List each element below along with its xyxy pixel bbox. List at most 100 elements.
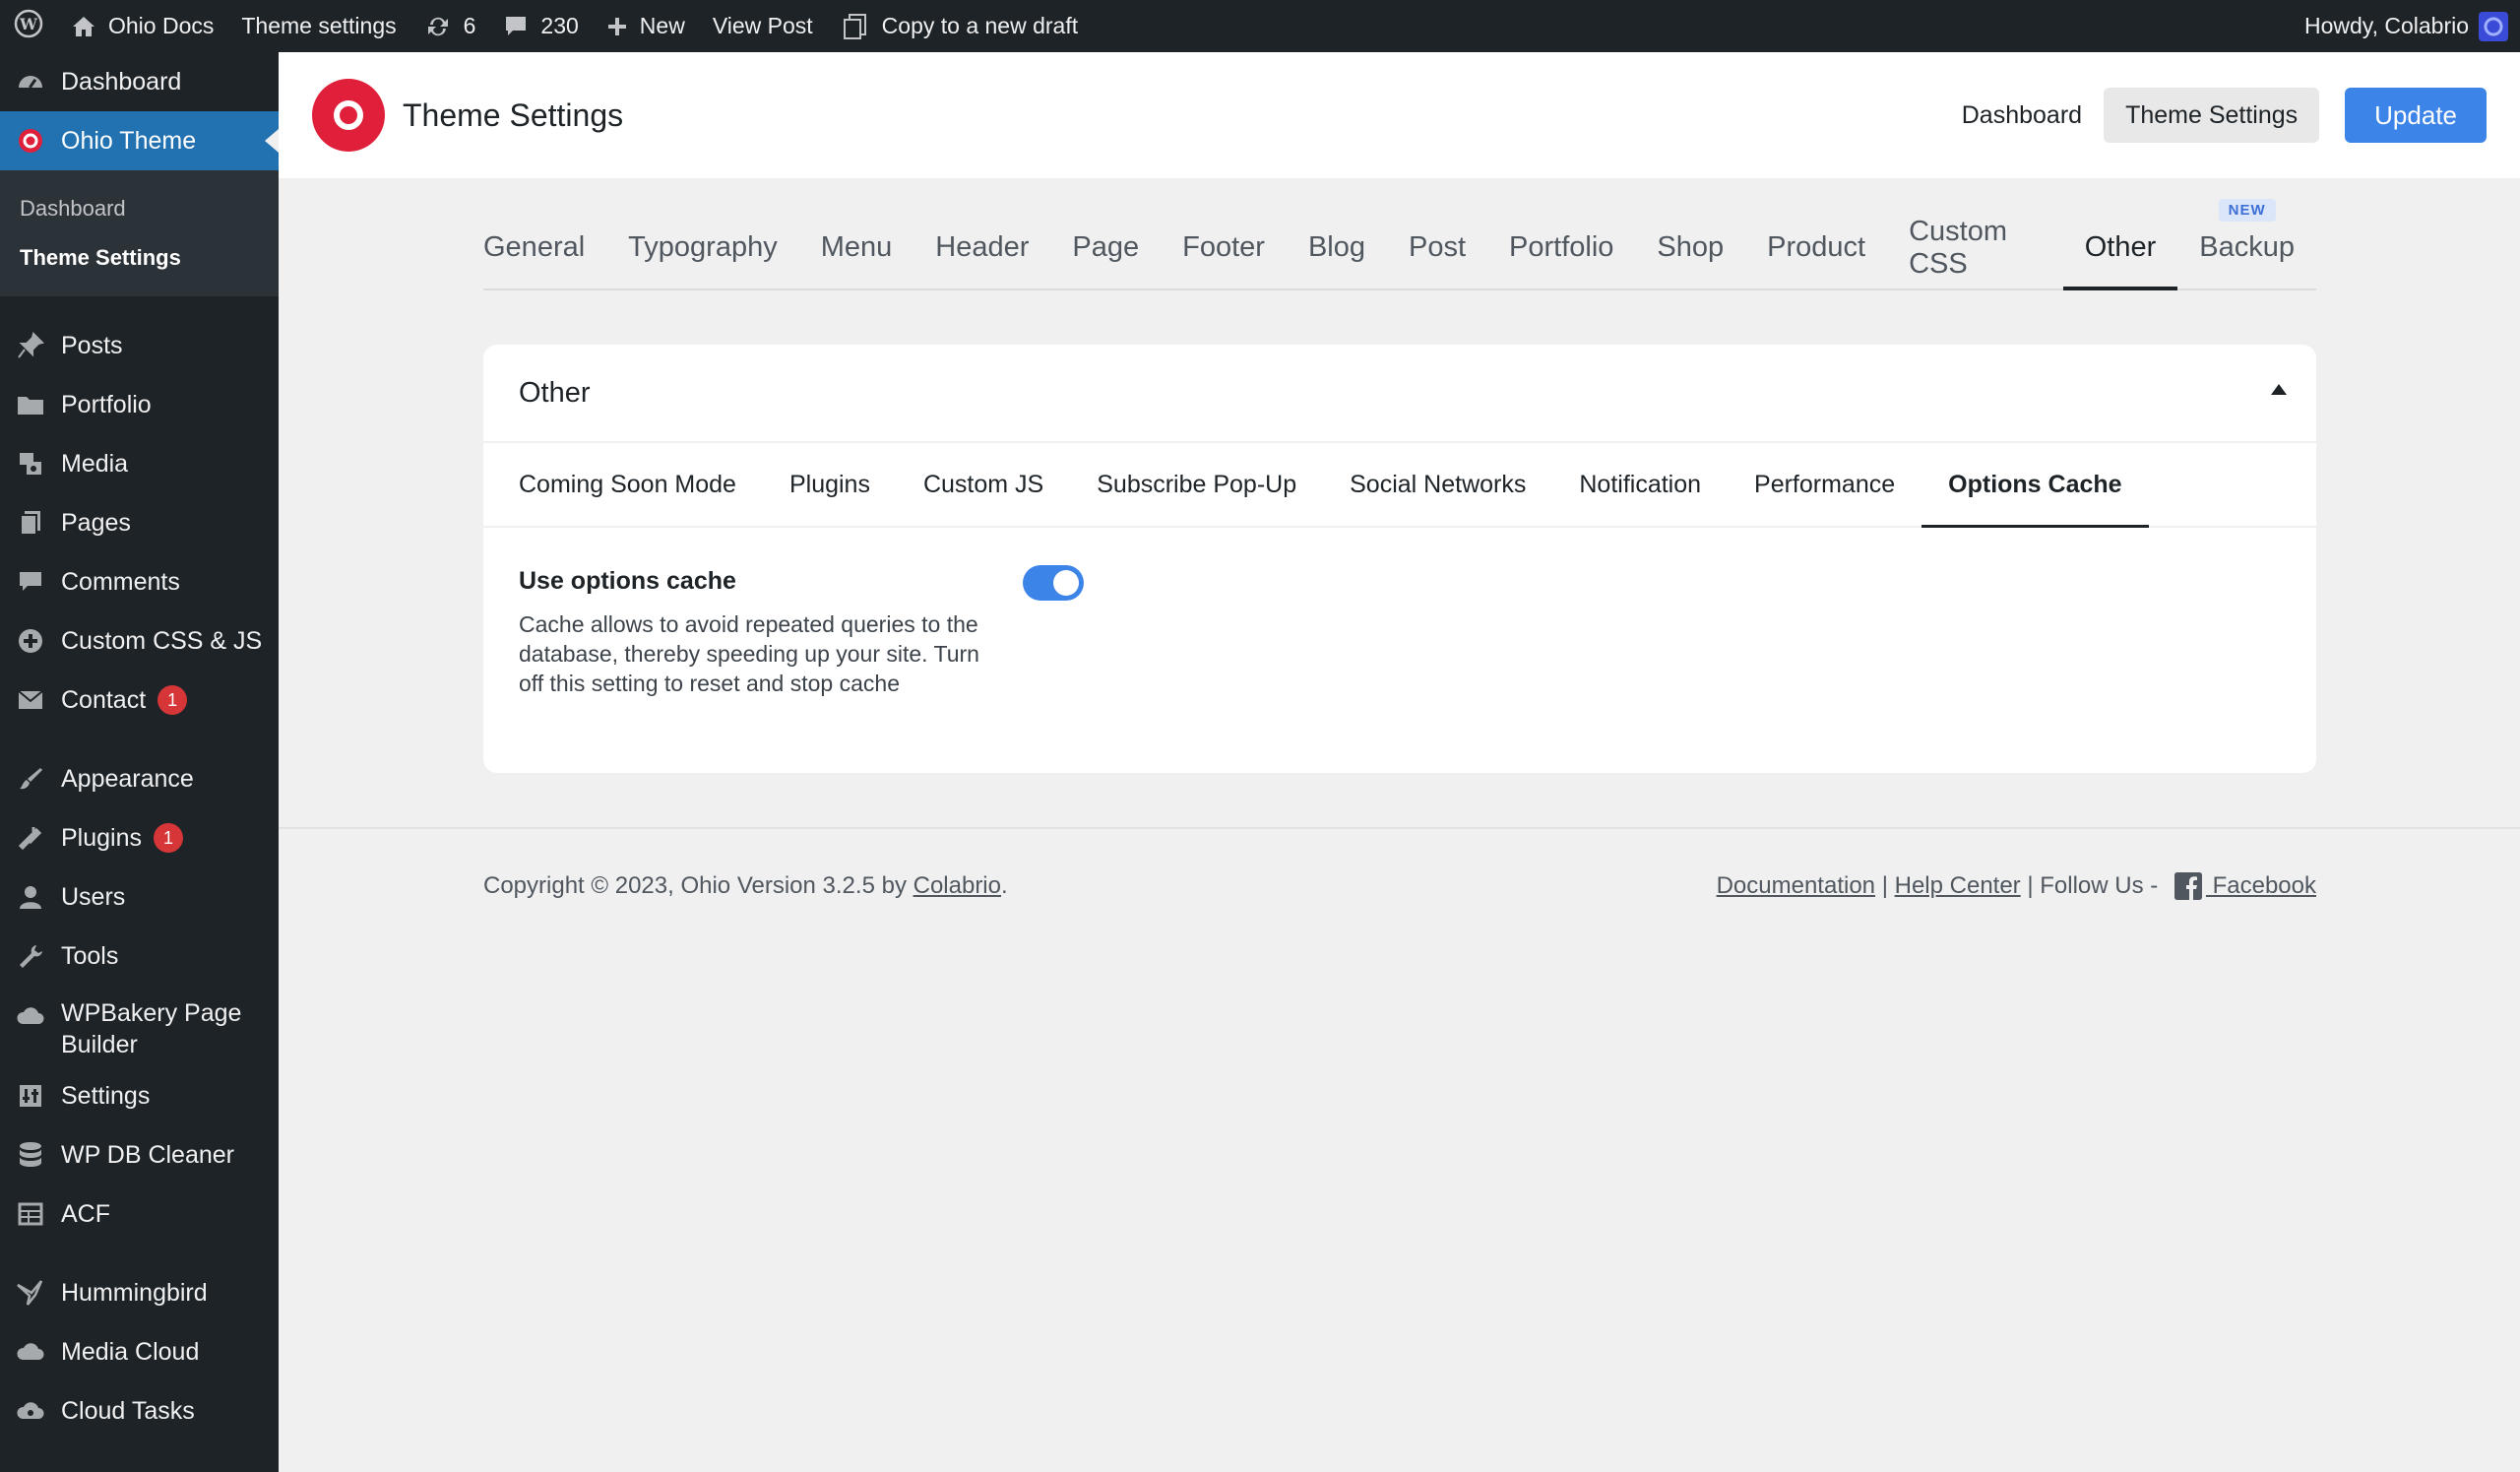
subtab-coming-soon-mode[interactable]: Coming Soon Mode (519, 443, 763, 526)
admin-sidebar: Dashboard Ohio Theme Dashboard Theme Set… (0, 52, 279, 1472)
table-icon (14, 1197, 47, 1231)
refresh-icon (424, 13, 452, 40)
tab-other[interactable]: Other (2062, 207, 2178, 290)
page-title: Theme Settings (403, 96, 624, 133)
tab-header[interactable]: Header (914, 207, 1050, 288)
sidebar-item-ohio-theme[interactable]: Ohio Theme (0, 111, 279, 170)
sidebar-item-comments[interactable]: Comments (0, 552, 279, 611)
copyright-text: Copyright © 2023, Ohio Version 3.2.5 by (483, 872, 914, 899)
sidebar-item-users[interactable]: Users (0, 867, 279, 927)
copy-draft-link[interactable]: Copy to a new draft (827, 0, 1092, 52)
sidebar-item-label: Media Cloud (61, 1337, 200, 1366)
database-icon (14, 1138, 47, 1172)
tab-blog[interactable]: Blog (1287, 207, 1387, 288)
settings-tabs: General Typography Menu Header Page Foot… (483, 199, 2316, 290)
subtab-options-cache[interactable]: Options Cache (1922, 443, 2150, 528)
sidebar-item-hummingbird[interactable]: Hummingbird (0, 1263, 279, 1322)
header-nav-theme-settings[interactable]: Theme Settings (2104, 88, 2320, 143)
subtab-notification[interactable]: Notification (1552, 443, 1728, 526)
copy-draft-label: Copy to a new draft (881, 13, 1079, 38)
tab-shop[interactable]: Shop (1635, 207, 1745, 288)
author-link[interactable]: Colabrio (914, 872, 1001, 899)
sidebar-item-label: Portfolio (61, 390, 152, 418)
subtab-plugins[interactable]: Plugins (763, 443, 897, 526)
sidebar-item-pages[interactable]: Pages (0, 493, 279, 552)
submenu-item-dashboard[interactable]: Dashboard (0, 184, 279, 233)
follow-text: | Follow Us - (2020, 872, 2165, 899)
subtab-subscribe-popup[interactable]: Subscribe Pop-Up (1070, 443, 1323, 526)
new-content-link[interactable]: New (593, 0, 699, 52)
submenu-item-theme-settings[interactable]: Theme Settings (0, 233, 279, 283)
tab-menu[interactable]: Menu (799, 207, 914, 288)
bird-icon (14, 1276, 47, 1310)
cloud-icon (14, 1335, 47, 1369)
sidebar-item-wp-db-cleaner[interactable]: WP DB Cleaner (0, 1125, 279, 1184)
sidebar-item-settings[interactable]: Settings (0, 1066, 279, 1125)
gear-cloud-icon (14, 1394, 47, 1428)
home-icon (71, 15, 96, 38)
sidebar-item-label: Pages (61, 508, 131, 537)
site-name-link[interactable]: Ohio Docs (57, 0, 227, 52)
sidebar-item-cloud-tasks[interactable]: Cloud Tasks (0, 1381, 279, 1440)
updates-link[interactable]: 6 (410, 0, 490, 52)
subtab-custom-js[interactable]: Custom JS (897, 443, 1070, 526)
tab-typography[interactable]: Typography (606, 207, 799, 288)
sidebar-item-appearance[interactable]: Appearance (0, 749, 279, 808)
sidebar-item-label: Custom CSS & JS (61, 626, 263, 655)
sidebar-item-media[interactable]: Media (0, 434, 279, 493)
tab-general[interactable]: General (483, 207, 606, 288)
ohio-logo (312, 79, 385, 152)
subtab-performance[interactable]: Performance (1728, 443, 1922, 526)
sidebar-item-label: Plugins (61, 823, 142, 852)
sidebar-item-portfolio[interactable]: Portfolio (0, 375, 279, 434)
comments-link[interactable]: 230 (489, 0, 592, 52)
tab-post[interactable]: Post (1387, 207, 1487, 288)
footer-links: Documentation | Help Center | Follow Us … (1717, 872, 2316, 900)
sidebar-item-dashboard[interactable]: Dashboard (0, 52, 279, 111)
pin-icon (14, 329, 47, 362)
header-nav-dashboard[interactable]: Dashboard (1940, 88, 2104, 143)
update-button[interactable]: Update (2345, 88, 2487, 143)
documentation-link[interactable]: Documentation (1717, 872, 1875, 900)
facebook-link[interactable]: Facebook (2206, 872, 2316, 900)
my-account[interactable]: Howdy, Colabrio (2303, 11, 2520, 41)
facebook-icon[interactable] (2174, 872, 2202, 900)
sidebar-item-label: Appearance (61, 764, 194, 793)
view-post-link[interactable]: View Post (699, 0, 827, 52)
caret-up-icon[interactable] (2271, 384, 2287, 395)
sidebar-item-tools[interactable]: Tools (0, 927, 279, 986)
tab-backup-label: Backup (2199, 231, 2295, 263)
sidebar-item-wpbakery[interactable]: WPBakery Page Builder (0, 986, 279, 1066)
tab-backup[interactable]: NEW Backup (2177, 199, 2316, 288)
view-post-label: View Post (712, 13, 813, 38)
theme-settings-link[interactable]: Theme settings (227, 0, 410, 52)
sidebar-item-acf[interactable]: ACF (0, 1184, 279, 1244)
settings-card: Other Coming Soon Mode Plugins Custom JS… (483, 345, 2316, 773)
comment-icon (14, 565, 47, 599)
sidebar-item-plugins[interactable]: Plugins 1 (0, 808, 279, 867)
sidebar-item-label: Dashboard (61, 67, 182, 96)
card-header[interactable]: Other (483, 345, 2316, 443)
options-cache-toggle[interactable] (1023, 565, 1084, 601)
tab-footer[interactable]: Footer (1161, 207, 1287, 288)
sidebar-item-custom-css-js[interactable]: Custom CSS & JS (0, 611, 279, 671)
tab-portfolio[interactable]: Portfolio (1487, 207, 1635, 288)
sidebar-item-posts[interactable]: Posts (0, 316, 279, 375)
tab-page[interactable]: Page (1050, 207, 1161, 288)
tab-custom-css[interactable]: Custom CSS (1887, 207, 2063, 288)
footer-separator: | (1875, 872, 1895, 899)
sidebar-item-label: Contact (61, 685, 147, 714)
new-label: New (639, 13, 685, 38)
menu-separator (0, 730, 279, 749)
tab-product[interactable]: Product (1745, 207, 1887, 288)
setting-label: Use options cache (519, 567, 736, 595)
sidebar-item-contact[interactable]: Contact 1 (0, 671, 279, 730)
setting-description: Cache allows to avoid repeated queries t… (519, 611, 979, 696)
sidebar-item-media-cloud[interactable]: Media Cloud (0, 1322, 279, 1381)
howdy-label: Howdy, Colabrio (2303, 13, 2469, 38)
wp-logo-button[interactable]: W (0, 0, 57, 52)
help-center-link[interactable]: Help Center (1895, 872, 2021, 900)
subtab-social-networks[interactable]: Social Networks (1323, 443, 1552, 526)
footer: Copyright © 2023, Ohio Version 3.2.5 by … (483, 872, 2316, 900)
toggle-knob (1053, 570, 1079, 596)
